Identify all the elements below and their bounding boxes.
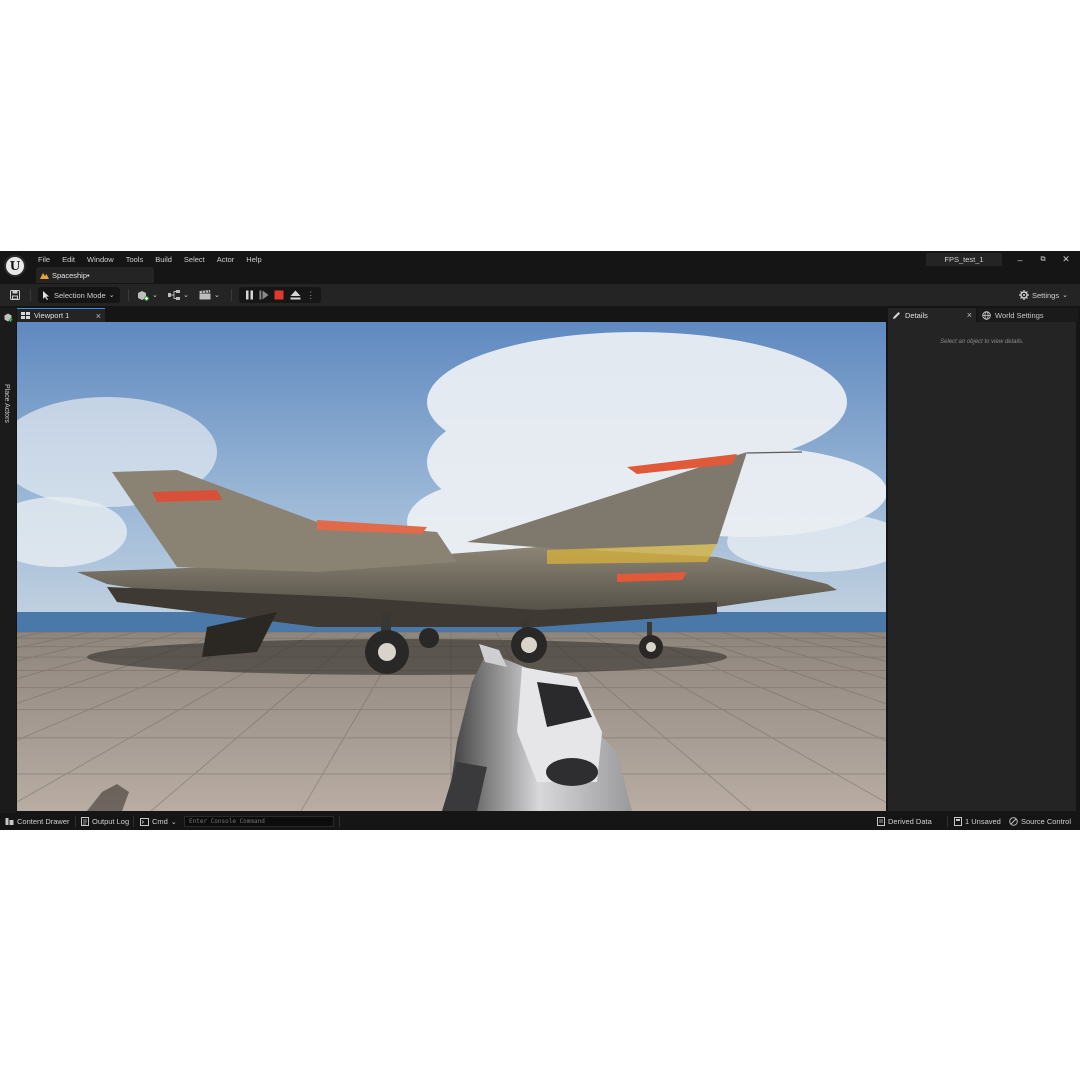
viewport-grid-icon xyxy=(21,312,30,319)
world-settings-tab[interactable]: World Settings xyxy=(978,308,1078,322)
source-control-button[interactable]: Source Control xyxy=(1009,815,1071,828)
content-drawer-button[interactable]: Content Drawer xyxy=(5,815,70,828)
details-empty-message: Select an object to view details. xyxy=(940,339,1024,345)
status-divider xyxy=(339,816,340,827)
play-controls: ⋮ xyxy=(239,287,321,303)
title-bar: U File Edit Window Tools Build Select Ac… xyxy=(0,251,1080,283)
blueprint-icon xyxy=(168,290,180,300)
toolbar-divider xyxy=(128,289,129,301)
pencil-icon xyxy=(893,311,900,319)
unsaved-button[interactable]: 1 Unsaved xyxy=(954,815,1001,828)
clapperboard-icon xyxy=(199,290,211,300)
viewport-tab[interactable]: Viewport 1 × xyxy=(17,308,105,322)
stop-icon[interactable] xyxy=(274,290,284,300)
cinematics-button[interactable]: ⌄ xyxy=(199,287,220,303)
chevron-down-icon: ⌄ xyxy=(183,292,189,299)
level-tab-label: Spaceship• xyxy=(52,270,90,280)
close-icon[interactable]: × xyxy=(967,310,972,320)
derived-data-button[interactable]: Derived Data xyxy=(877,815,932,828)
status-divider xyxy=(75,816,76,827)
viewport-tab-label: Viewport 1 xyxy=(34,311,70,320)
place-actors-strip: Place Actors xyxy=(0,308,16,813)
cmd-dropdown[interactable]: Cmd ⌄ xyxy=(140,815,177,828)
add-cube-icon xyxy=(138,290,149,301)
settings-dropdown[interactable]: Settings ⌄ xyxy=(1019,287,1068,303)
status-bar: Content Drawer Output Log Cmd ⌄ Derived … xyxy=(0,813,1080,830)
save-button[interactable] xyxy=(8,287,22,303)
blueprint-button[interactable]: ⌄ xyxy=(168,287,189,303)
selection-mode-dropdown[interactable]: Selection Mode ⌄ xyxy=(38,287,120,303)
source-control-off-icon xyxy=(1009,817,1018,826)
terminal-icon xyxy=(140,817,149,826)
menu-actor[interactable]: Actor xyxy=(211,255,241,264)
globe-icon xyxy=(982,310,991,320)
main-toolbar: Selection Mode ⌄ ⌄ ⌄ ⌄ ⋮ Settings ⌄ xyxy=(0,284,1080,306)
chevron-down-icon: ⌄ xyxy=(170,818,177,826)
output-log-label: Output Log xyxy=(92,817,130,826)
menu-file[interactable]: File xyxy=(32,255,56,264)
details-tab-label: Details xyxy=(905,310,928,320)
pause-icon[interactable] xyxy=(245,290,254,300)
derived-data-label: Derived Data xyxy=(888,817,932,826)
level-icon xyxy=(40,271,49,279)
details-tab[interactable]: Details × xyxy=(888,308,976,322)
chevron-down-icon: ⌄ xyxy=(1062,292,1068,299)
chevron-down-icon: ⌄ xyxy=(108,292,115,299)
place-actors-label[interactable]: Place Actors xyxy=(3,384,10,423)
menu-window[interactable]: Window xyxy=(81,255,120,264)
step-frame-icon[interactable] xyxy=(259,290,269,300)
chevron-down-icon: ⌄ xyxy=(214,292,220,299)
cmd-label: Cmd xyxy=(152,817,168,826)
toolbar-divider xyxy=(231,289,232,301)
unsaved-label: 1 Unsaved xyxy=(965,817,1001,826)
content-drawer-label: Content Drawer xyxy=(17,817,70,826)
settings-label: Settings xyxy=(1032,290,1060,300)
level-tab[interactable]: Spaceship• xyxy=(36,267,154,283)
project-name: FPS_test_1 xyxy=(926,253,1002,266)
minimize-button[interactable]: – xyxy=(1011,253,1029,266)
source-control-label: Source Control xyxy=(1021,817,1072,826)
cursor-icon xyxy=(43,290,49,300)
menu-help[interactable]: Help xyxy=(240,255,267,264)
chevron-down-icon: ⌄ xyxy=(152,292,158,299)
toolbar-divider xyxy=(30,289,31,301)
restore-button[interactable]: ⧉ xyxy=(1034,253,1052,266)
content-drawer-icon xyxy=(5,818,14,825)
close-icon[interactable]: × xyxy=(96,311,101,321)
more-options-icon[interactable]: ⋮ xyxy=(306,290,315,301)
menu-bar: File Edit Window Tools Build Select Acto… xyxy=(32,253,268,266)
close-window-button[interactable]: ✕ xyxy=(1057,253,1075,266)
save-icon xyxy=(10,290,20,300)
eject-icon[interactable] xyxy=(290,290,301,300)
menu-select[interactable]: Select xyxy=(178,255,211,264)
unsaved-file-icon xyxy=(954,817,962,826)
output-log-button[interactable]: Output Log xyxy=(81,815,129,828)
status-divider xyxy=(133,816,134,827)
viewport-scene xyxy=(17,322,886,811)
add-actor-button[interactable]: ⌄ xyxy=(137,287,158,303)
menu-edit[interactable]: Edit xyxy=(56,255,81,264)
unreal-editor-window: U File Edit Window Tools Build Select Ac… xyxy=(0,251,1080,830)
unreal-logo-icon[interactable]: U xyxy=(4,255,26,277)
world-settings-label: World Settings xyxy=(995,310,1044,320)
output-log-icon xyxy=(81,817,89,826)
level-viewport[interactable] xyxy=(17,322,886,811)
derived-data-icon xyxy=(877,817,885,826)
selection-mode-label: Selection Mode xyxy=(54,290,106,300)
details-panel: Select an object to view details. xyxy=(888,322,1076,811)
place-actors-icon[interactable] xyxy=(4,313,13,322)
menu-build[interactable]: Build xyxy=(149,255,178,264)
console-command-input[interactable] xyxy=(184,816,334,827)
menu-tools[interactable]: Tools xyxy=(120,255,150,264)
gear-icon xyxy=(1019,290,1029,300)
status-divider xyxy=(947,816,948,827)
